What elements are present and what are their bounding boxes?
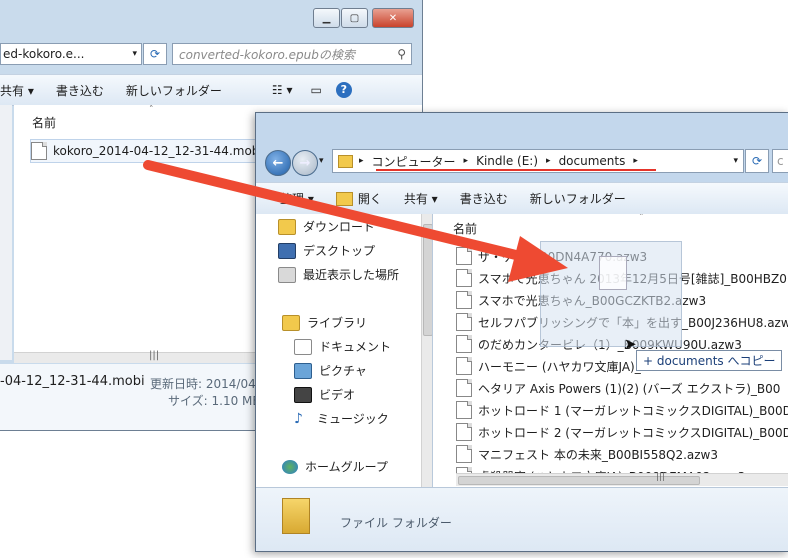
- arrow-head: [508, 236, 568, 282]
- annotation-arrow: [143, 160, 568, 282]
- arrow-shaft: [143, 160, 525, 261]
